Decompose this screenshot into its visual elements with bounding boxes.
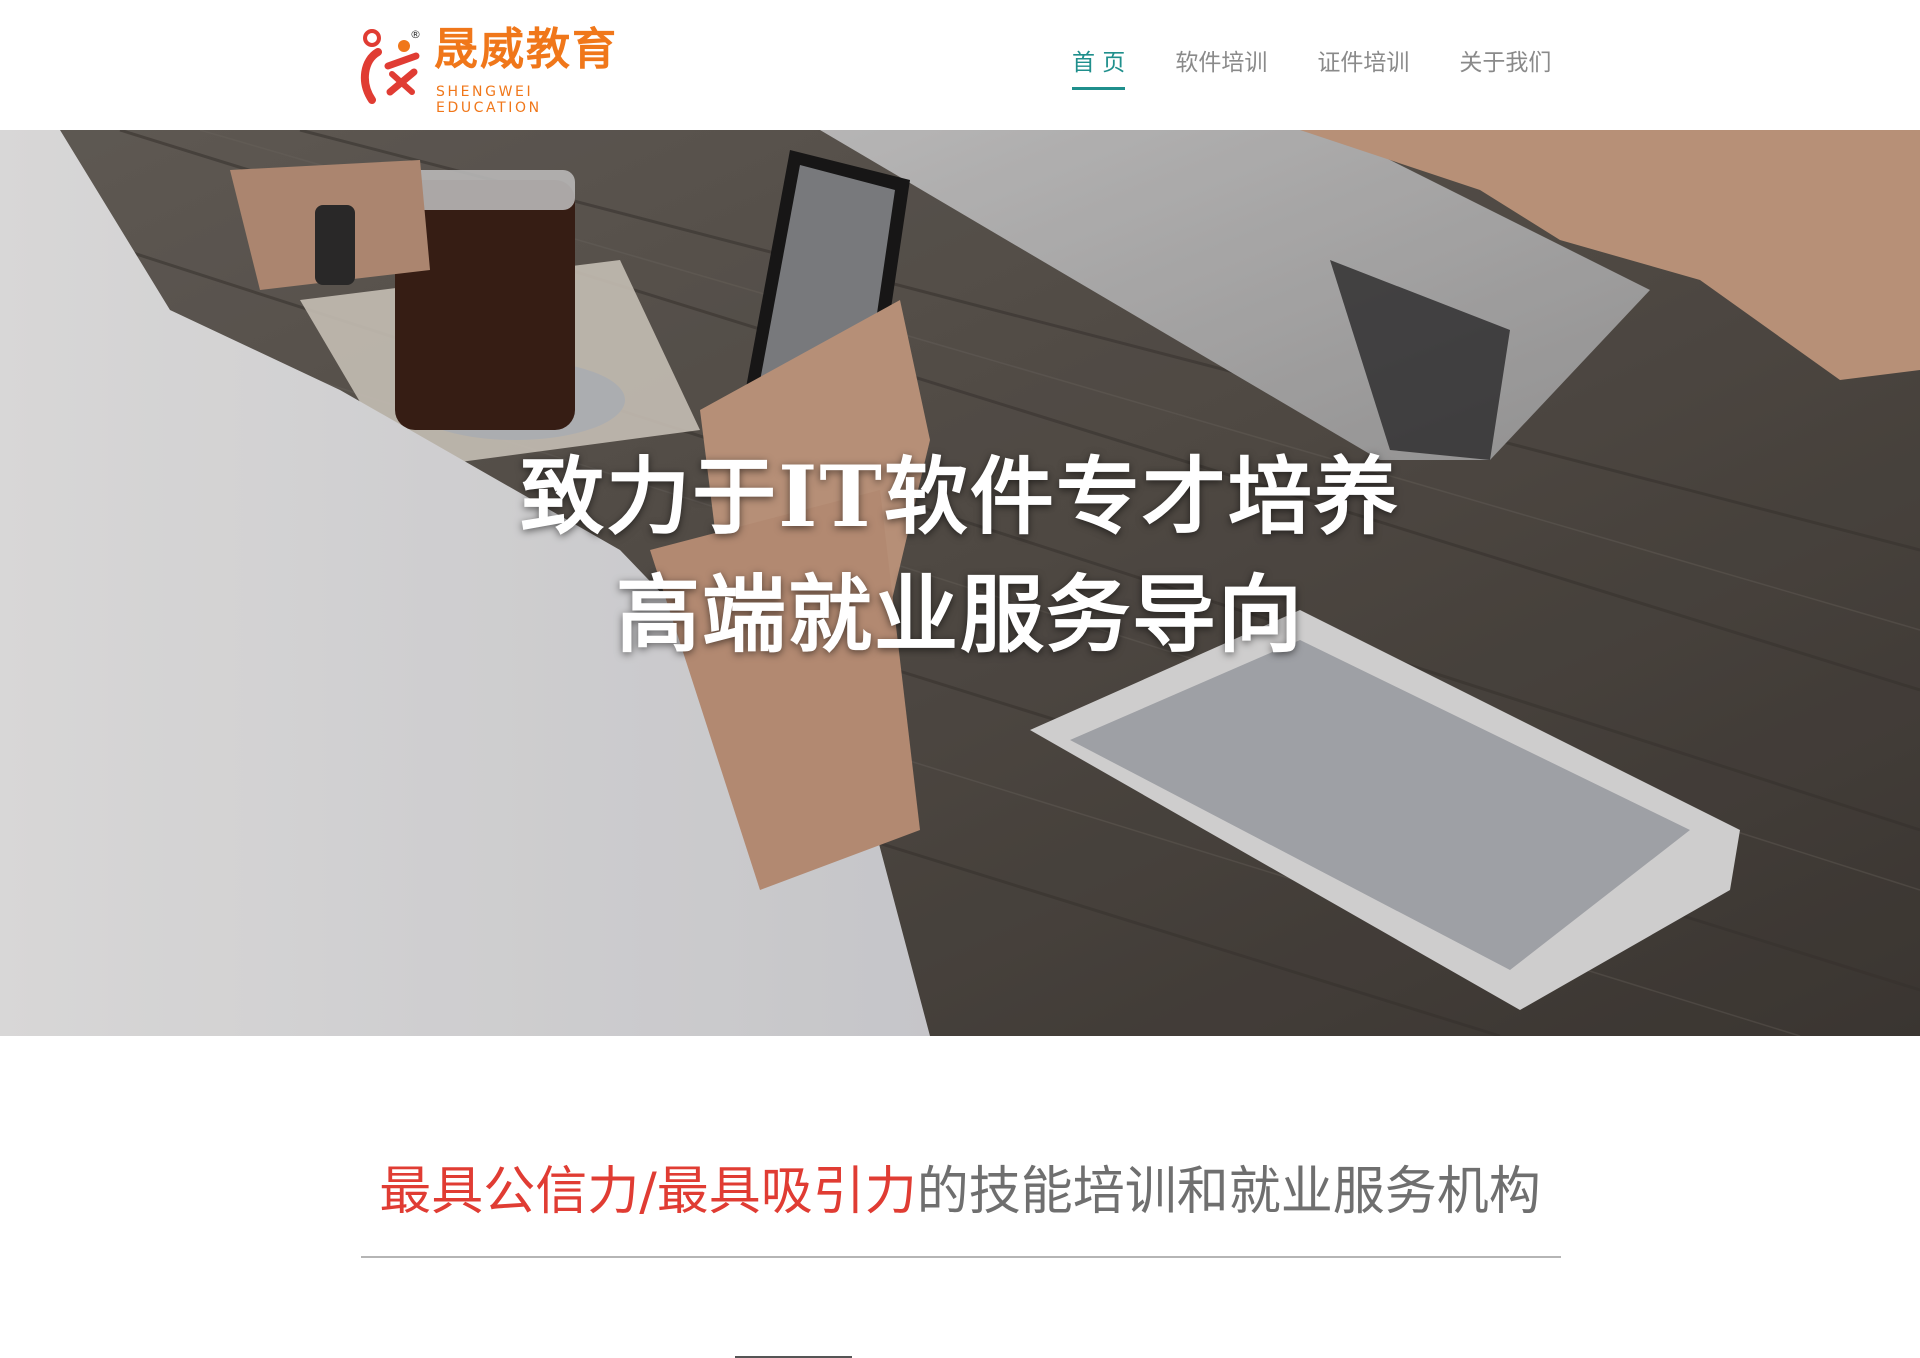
hero-subheadline: 高端就业服务导向 xyxy=(615,565,1304,664)
brand-name: 晟威教育 xyxy=(434,24,618,75)
registered-mark: ® xyxy=(410,28,421,41)
slogan-highlight: 最具公信力/最具吸引力 xyxy=(379,1162,917,1222)
nav-item-software-training[interactable]: 软件培训 xyxy=(1175,44,1267,90)
nav-item-home[interactable]: 首 页 xyxy=(1072,44,1126,90)
nav-item-certificate-training[interactable]: 证件培训 xyxy=(1317,44,1409,90)
site-header: ® 晟威教育 SHENGWEI EDUCATION 首 页 软件培训 证件培训 … xyxy=(0,0,1920,130)
hero-headline: 致力于IT软件专才培养 xyxy=(520,447,1400,546)
main-nav: 首 页 软件培训 证件培训 关于我们 xyxy=(1072,44,1551,90)
nav-item-about-us[interactable]: 关于我们 xyxy=(1459,44,1551,90)
slogan-text: 的技能培训和就业服务机构 xyxy=(916,1162,1541,1222)
slogan-heading: 最具公信力/最具吸引力的技能培训和就业服务机构 xyxy=(358,1158,1562,1226)
brand-name-en: SHENGWEI EDUCATION xyxy=(436,84,542,116)
section-divider xyxy=(361,1256,1561,1258)
hero-banner: 致力于IT软件专才培养 高端就业服务导向 xyxy=(0,130,1920,1036)
brand-logo[interactable]: ® 晟威教育 SHENGWEI EDUCATION xyxy=(358,24,628,116)
